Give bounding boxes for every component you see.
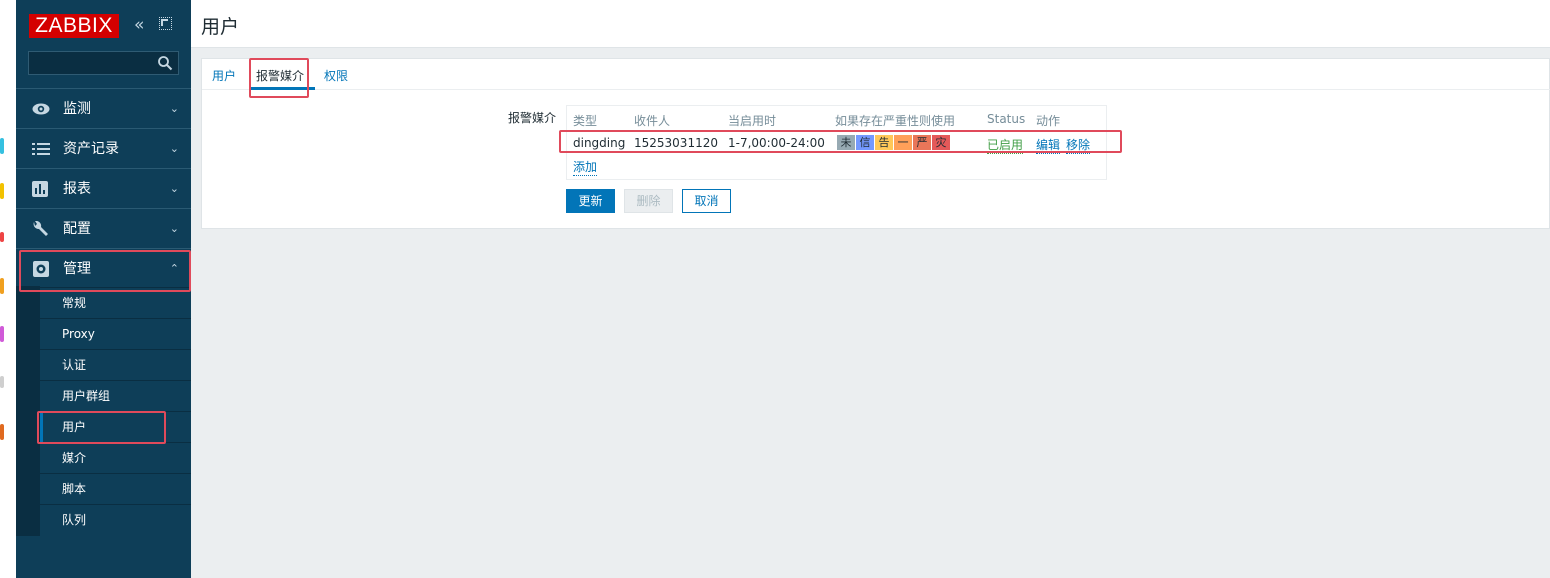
remove-media-link[interactable]: 移除 xyxy=(1066,136,1091,154)
desktop-edge-strip xyxy=(0,0,16,578)
tab-permissions[interactable]: 权限 xyxy=(324,67,348,84)
update-button[interactable]: 更新 xyxy=(566,189,615,213)
tab-media[interactable]: 报警媒介 xyxy=(256,67,304,84)
submenu-item-authentication[interactable]: 认证 xyxy=(40,349,191,380)
app-icon xyxy=(0,424,4,440)
submenu-item-media-types[interactable]: 媒介 xyxy=(40,442,191,473)
submenu-item-scripts[interactable]: 脚本 xyxy=(40,473,191,504)
status-toggle-link[interactable]: 已启用 xyxy=(987,136,1024,154)
search-input[interactable] xyxy=(29,52,153,74)
severity-average: 一 xyxy=(894,135,912,150)
cancel-button[interactable]: 取消 xyxy=(682,189,731,213)
when-active-cell: 1-7,00:00-24:00 xyxy=(728,136,825,150)
nav-reports[interactable]: 报表 ⌄ xyxy=(16,168,191,208)
app-icon xyxy=(0,376,4,388)
nav-label: 报表 xyxy=(63,181,91,197)
tab-user[interactable]: 用户 xyxy=(212,67,236,84)
chevron-down-icon: ⌄ xyxy=(169,182,179,195)
sidebar-search[interactable] xyxy=(28,51,179,75)
kiosk-mode-icon[interactable] xyxy=(159,17,172,30)
media-table: 类型 收件人 当启用时 如果存在严重性则使用 Status 动作 dingdin… xyxy=(566,105,1107,180)
edit-media-link[interactable]: 编辑 xyxy=(1036,136,1061,154)
eye-icon xyxy=(32,103,50,115)
nav-administration[interactable]: 管理 ⌃ xyxy=(16,248,191,288)
severity-disaster: 灾 xyxy=(932,135,950,150)
page-header: 用户 xyxy=(191,0,1550,48)
page-title: 用户 xyxy=(201,16,240,38)
add-media-link[interactable]: 添加 xyxy=(573,158,598,176)
column-header-send-to: 收件人 xyxy=(634,114,671,128)
severity-warning: 告 xyxy=(875,135,893,150)
chevron-down-icon: ⌄ xyxy=(169,142,179,155)
chevron-down-icon: ⌄ xyxy=(169,222,179,235)
tab-bar: 用户 报警媒介 权限 xyxy=(202,59,1550,90)
submenu-item-general[interactable]: 常规 xyxy=(40,287,191,318)
severity-not-classified: 未 xyxy=(837,135,855,150)
nav-label: 管理 xyxy=(63,261,91,277)
severity-high: 严 xyxy=(913,135,931,150)
app-icon xyxy=(0,278,4,294)
collapse-sidebar-icon[interactable]: « xyxy=(134,14,144,36)
zabbix-logo[interactable]: ZABBIX xyxy=(29,14,119,38)
nav-monitoring[interactable]: 监测 ⌄ xyxy=(16,88,191,128)
active-tab-indicator xyxy=(249,87,315,90)
submenu-item-queue[interactable]: 队列 xyxy=(40,504,191,535)
app-icon xyxy=(0,138,4,154)
nav-label: 配置 xyxy=(63,221,91,237)
wrench-icon xyxy=(33,221,48,236)
submenu-item-users[interactable]: 用户 xyxy=(40,411,191,442)
column-header-status: Status xyxy=(987,112,1026,126)
media-field-label: 报警媒介 xyxy=(508,111,557,125)
column-header-severity: 如果存在严重性则使用 xyxy=(835,114,956,128)
submenu-indent xyxy=(16,286,40,536)
nav-configuration[interactable]: 配置 ⌄ xyxy=(16,208,191,248)
gear-icon xyxy=(33,261,49,277)
column-header-when-active: 当启用时 xyxy=(728,114,777,128)
chevron-up-icon: ⌃ xyxy=(169,262,179,275)
chevron-down-icon: ⌄ xyxy=(169,102,179,115)
nav-label: 监测 xyxy=(63,101,91,117)
submenu-item-user-groups[interactable]: 用户群组 xyxy=(40,380,191,411)
app-icon xyxy=(0,326,4,342)
nav-label: 资产记录 xyxy=(63,141,119,157)
send-to-cell: 15253031120 xyxy=(634,136,718,150)
search-icon[interactable] xyxy=(157,55,173,71)
submenu-item-proxy[interactable]: Proxy xyxy=(40,318,191,349)
list-icon xyxy=(32,143,50,155)
delete-button[interactable]: 删除 xyxy=(624,189,673,213)
app-icon xyxy=(0,183,4,199)
user-form: 用户 报警媒介 权限 报警媒介 类型 收件人 当启用时 如果存在严重性则使用 S… xyxy=(201,58,1550,229)
bar-chart-icon xyxy=(32,181,48,197)
column-header-action: 动作 xyxy=(1036,114,1061,128)
media-type-cell: dingding xyxy=(573,136,626,150)
column-header-type: 类型 xyxy=(573,114,598,128)
severity-information: 信 xyxy=(856,135,874,150)
nav-inventory[interactable]: 资产记录 ⌄ xyxy=(16,128,191,168)
app-icon xyxy=(0,232,4,242)
